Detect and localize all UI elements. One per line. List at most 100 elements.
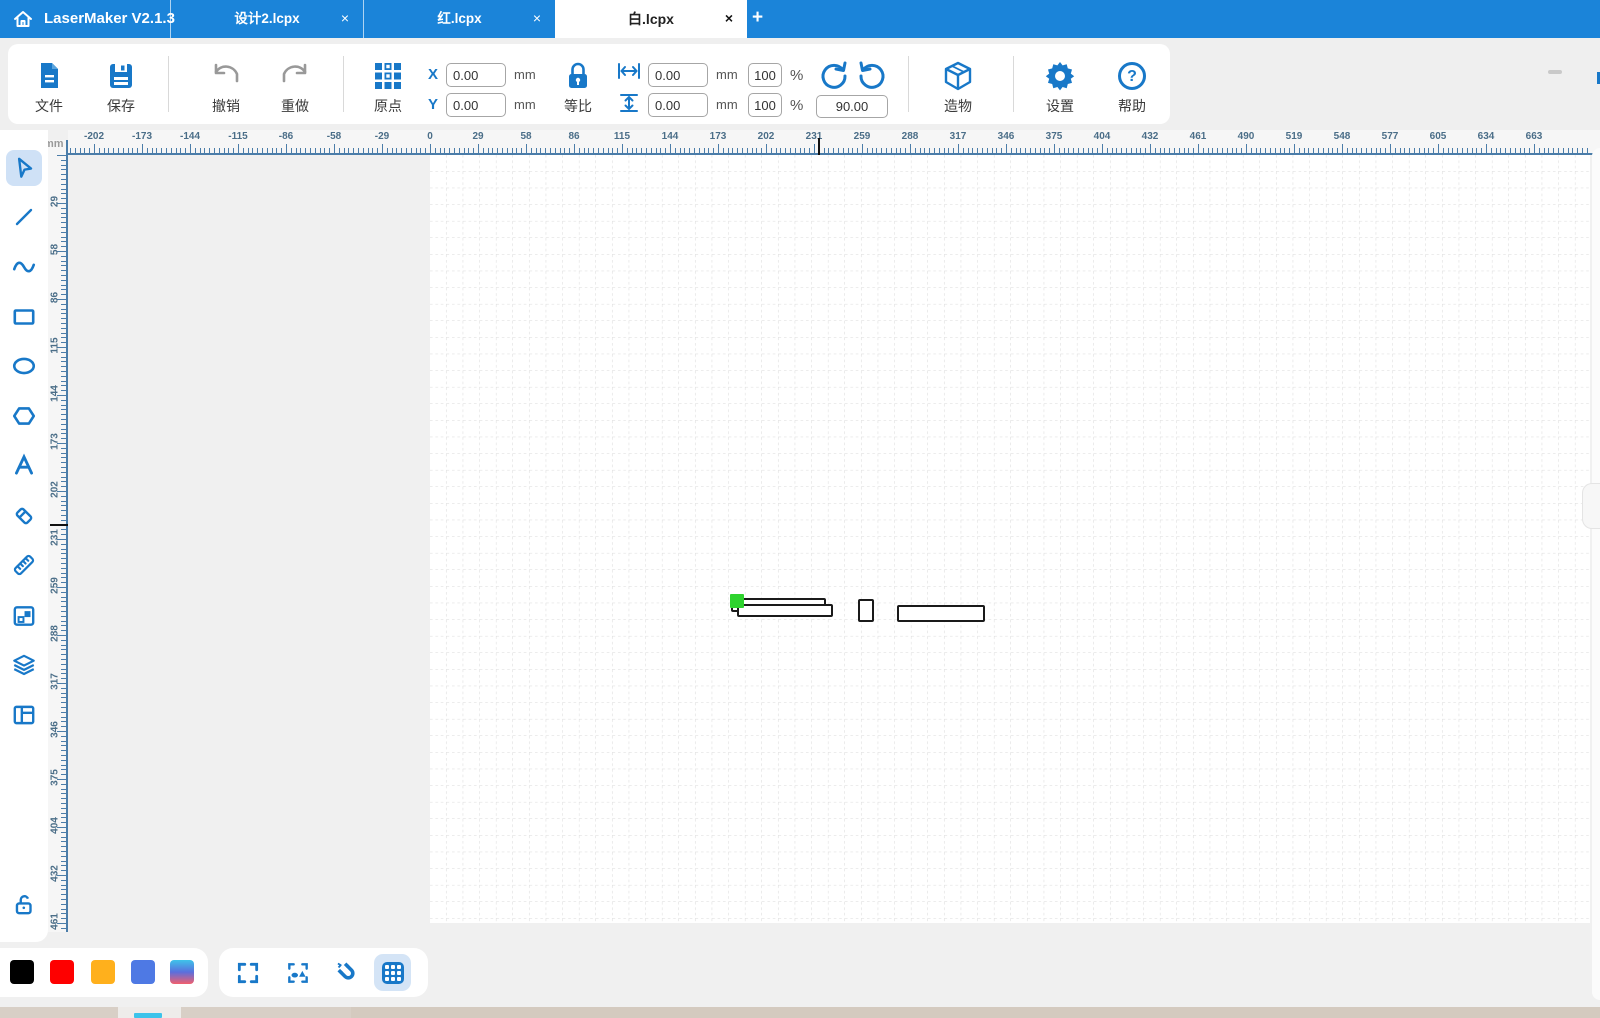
new-tab-button[interactable]: + [752,0,763,38]
grid-toggle-icon [381,961,404,984]
h-ruler-label: -202 [83,131,104,142]
file-button[interactable]: 文件 [26,58,72,116]
tab-close-icon[interactable]: × [533,0,541,38]
h-ruler-label: 173 [709,131,727,142]
lasermaker-app: LaserMaker V2.1.3 设计2.lcpx × 红.lcpx × 白.… [0,0,1600,1018]
rotate-angle-input[interactable] [816,95,888,118]
h-ruler-label: 548 [1333,131,1351,142]
v-ruler-label: 231 [49,529,61,546]
undo-button[interactable]: 撤销 [202,58,250,116]
x-input[interactable] [446,63,506,87]
save-label: 保存 [107,98,135,114]
y-input[interactable] [446,93,506,117]
h-ruler-label: -173 [131,131,152,142]
blue-swatch[interactable] [131,960,155,984]
h-ruler-label: 577 [1381,131,1399,142]
v-ruler-label: 404 [49,817,61,834]
v-ruler-label: 58 [49,243,61,256]
floppy-icon [98,58,144,94]
rect-outline-b[interactable] [737,604,833,617]
desktop-taskbar-strip [0,1007,1600,1018]
eraser-tool[interactable] [6,498,42,534]
question-glyph: ? [1118,62,1146,90]
orange-swatch[interactable] [91,960,115,984]
unlock-tool[interactable] [6,886,42,922]
settings-button[interactable]: 设置 [1036,58,1084,116]
green-origin-handle[interactable] [730,594,744,608]
small-square-outline[interactable] [858,599,874,622]
v-ruler-label: 144 [49,385,61,402]
v-ruler-label: 115 [49,337,61,354]
gradient-swatch[interactable] [170,960,194,984]
ellipse-tool[interactable] [6,348,42,384]
frame-button[interactable] [229,954,266,991]
tab-white-active[interactable]: 白.lcpx × [555,0,747,38]
h-ruler-label: 663 [1525,131,1543,142]
help-button[interactable]: ? 帮助 [1108,58,1156,116]
origin-label: 原点 [374,98,402,114]
select-tool[interactable] [6,150,42,186]
image-tool[interactable] [6,598,42,634]
vertical-ruler: 29 58 86 115 144 173 202 231 259 288 317 346 375 404 4… [48,140,68,932]
tab-close-icon[interactable]: × [725,0,733,38]
toolbar-panel: 文件 保存 撤销 重做 原点 X 0.00 mm Y 0.00 mm 等比 0.… [8,44,1170,124]
save-button[interactable]: 保存 [98,58,144,116]
tab-label: 设计2.lcpx [234,11,300,26]
home-icon[interactable] [10,7,36,31]
tab-label: 红.lcpx [437,11,482,26]
height-percent-input[interactable] [748,93,782,117]
magnet-snap-button[interactable] [329,954,366,991]
tab-design2[interactable]: 设计2.lcpx × [171,0,363,38]
fit-selection-button[interactable] [279,954,316,991]
tool-sidebar [0,130,48,942]
proportion-lock-label: 等比 [564,98,592,114]
undo-label: 撤销 [212,98,240,114]
question-circle-icon: ? [1108,58,1156,94]
v-ruler-label: 86 [49,291,61,304]
redo-arrow-icon [271,58,319,94]
vertical-arrows-icon [618,92,640,119]
layout-tool[interactable] [6,697,42,733]
layers-tool[interactable] [6,647,42,683]
width-percent-input[interactable] [748,63,782,87]
width-input[interactable] [648,63,708,87]
proportion-lock-button[interactable]: 等比 [556,58,600,116]
h-ruler-label: 461 [1189,131,1207,142]
canvas-workarea[interactable] [430,155,1590,923]
h-ruler-label: 29 [472,131,484,142]
file-label: 文件 [35,98,63,114]
curve-tool[interactable] [6,249,42,285]
v-ruler-label: 375 [49,769,61,786]
horizontal-arrows-icon [616,61,642,86]
maker-button[interactable]: 造物 [934,58,982,116]
black-swatch[interactable] [10,960,34,984]
tab-close-icon[interactable]: × [341,0,349,38]
taskbar-accent [134,1013,162,1018]
redo-button[interactable]: 重做 [271,58,319,116]
tab-red[interactable]: 红.lcpx × [364,0,555,38]
h-ruler-label: -29 [374,131,390,142]
h-ruler-label: 0 [427,131,433,142]
red-swatch[interactable] [50,960,74,984]
height-input[interactable] [648,93,708,117]
text-tool[interactable] [6,447,42,483]
rectangle-tool[interactable] [6,299,42,335]
origin-button[interactable]: 原点 [364,58,412,116]
rotate-cw-icon[interactable] [856,60,888,97]
rotate-ccw-icon[interactable] [818,60,850,97]
y-unit: mm [514,97,536,112]
tab-label: 白.lcpx [628,11,674,27]
ruler-tool[interactable] [6,547,42,583]
right-panel-handle[interactable] [1582,483,1600,529]
toolbar-divider [908,56,909,112]
padlock-icon [556,58,600,94]
line-tool[interactable] [6,199,42,235]
h-ruler-label: 317 [949,131,967,142]
x-unit: mm [514,67,536,82]
h-ruler-label: -115 [228,131,248,142]
rect-outline-c[interactable] [897,605,985,622]
y-label: Y [428,96,439,113]
view-tools-panel [219,948,428,997]
polygon-tool[interactable] [6,398,42,434]
grid-toggle-button[interactable] [374,954,411,991]
